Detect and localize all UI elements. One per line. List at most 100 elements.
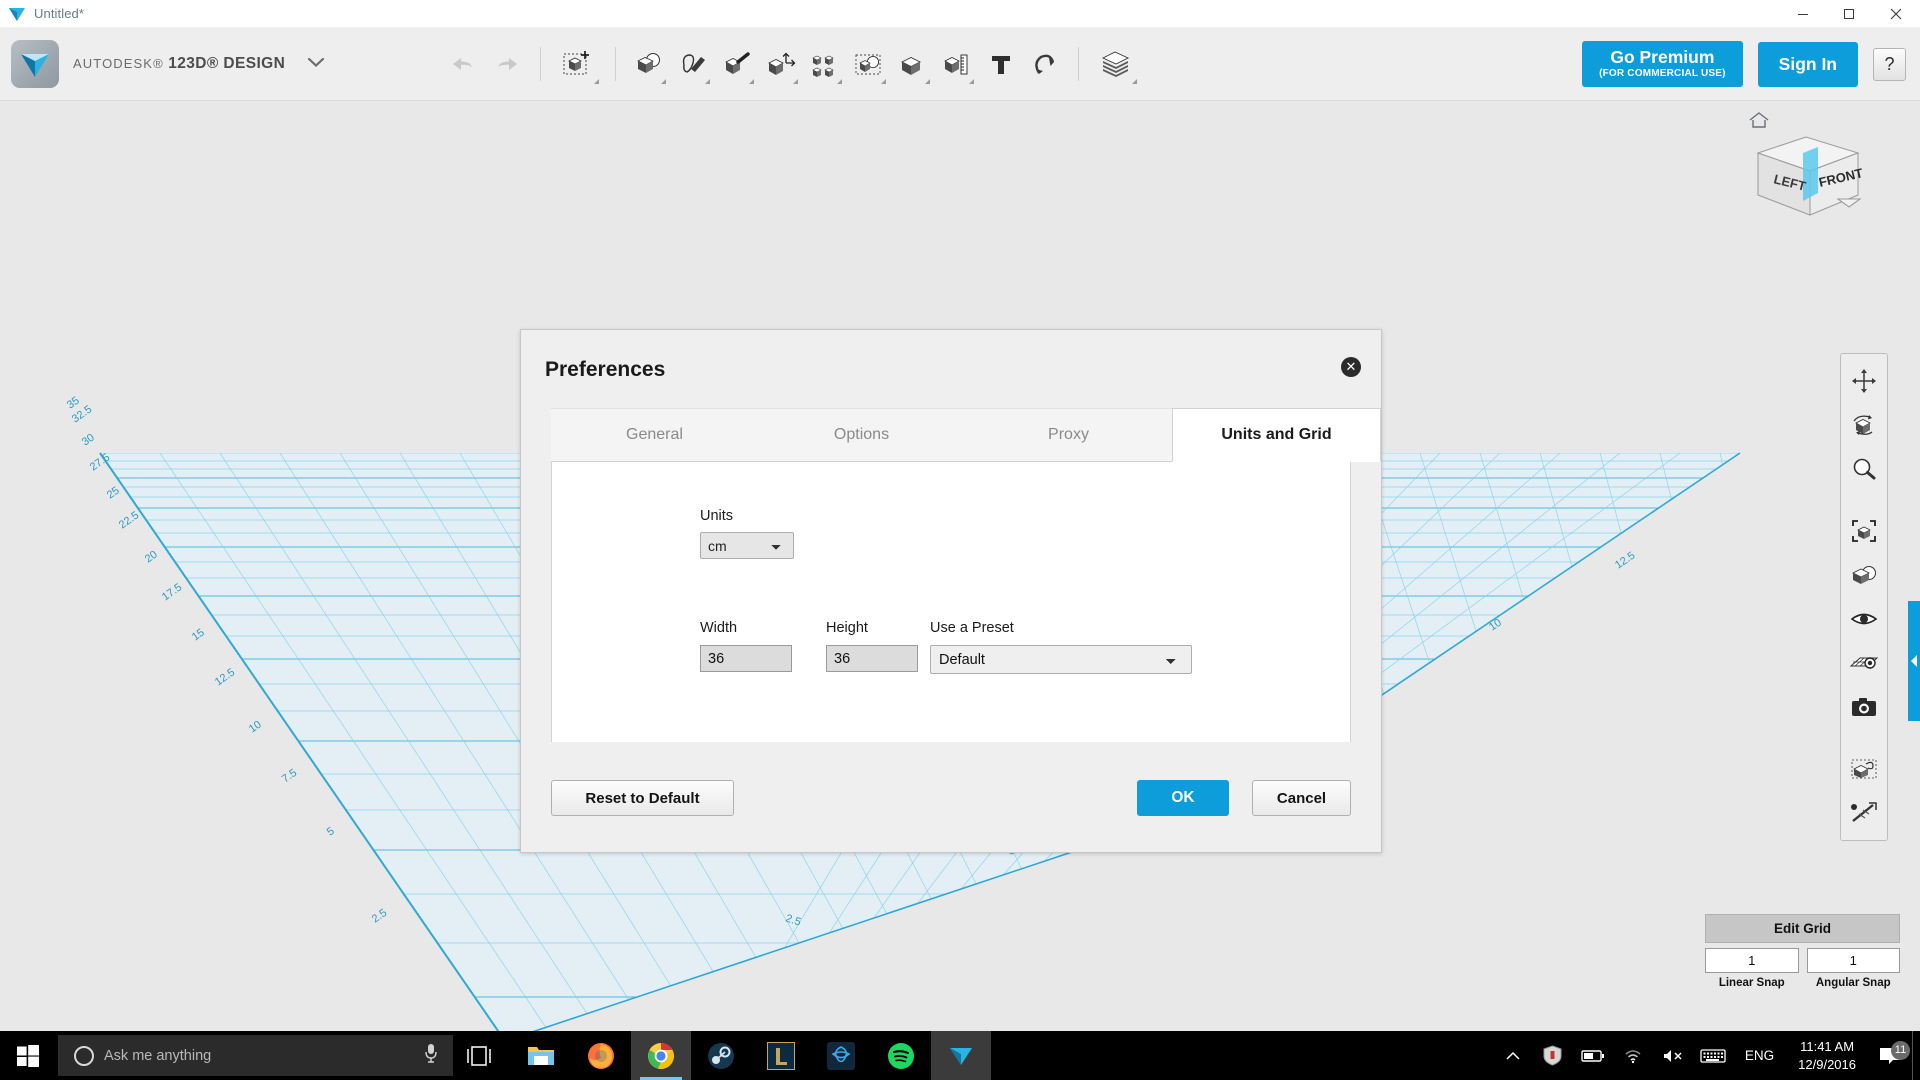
language-indicator[interactable]: ENG: [1733, 1048, 1786, 1063]
3d-print-icon[interactable]: [1841, 747, 1887, 791]
windows-start-icon[interactable]: [0, 1031, 56, 1080]
grid-tick-label: 17.5: [160, 581, 184, 603]
flyout-corner-marker: [881, 79, 887, 84]
dialog-body: Units cm Width Height Use a Pr: [551, 462, 1351, 742]
clock-time: 11:41 AM: [1800, 1038, 1855, 1054]
show-desktop-button[interactable]: [1912, 1031, 1920, 1080]
tab-proxy[interactable]: Proxy: [965, 408, 1172, 462]
linear-snap-input[interactable]: [1705, 948, 1799, 973]
windows-taskbar: Ask me anything ENG 11:41 AM 12/9/2016 1…: [0, 1031, 1920, 1080]
combine-cube-icon[interactable]: [891, 38, 935, 90]
width-label: Width: [700, 620, 738, 636]
reset-to-default-button[interactable]: Reset to Default: [551, 780, 734, 816]
eye-icon[interactable]: [1841, 597, 1887, 641]
sketch-pen-icon[interactable]: [671, 38, 715, 90]
cancel-button[interactable]: Cancel: [1252, 780, 1351, 816]
taskbar-app-firefox[interactable]: [571, 1031, 631, 1080]
material-stack-icon[interactable]: [1090, 38, 1142, 90]
taskbar-app-file-explorer[interactable]: [511, 1031, 571, 1080]
camera-icon[interactable]: [1841, 685, 1887, 729]
smart-scale-icon[interactable]: [1841, 791, 1887, 835]
close-icon[interactable]: [1872, 0, 1920, 28]
magnifier-icon[interactable]: [1841, 447, 1887, 491]
ok-button[interactable]: OK: [1137, 780, 1229, 816]
tab-units-and-grid[interactable]: Units and Grid: [1172, 408, 1381, 462]
toolbar-divider: [540, 47, 542, 81]
measure-ruler-icon[interactable]: [935, 38, 979, 90]
orbit-cube-icon[interactable]: [1841, 403, 1887, 447]
search-input[interactable]: Ask me anything: [58, 1035, 453, 1076]
3d-viewport[interactable]: 35 32.5 30 27.5 25 22.5 20 17.5 15 12.5 …: [0, 101, 1920, 1031]
transform-cube-icon[interactable]: [552, 38, 604, 90]
edit-grid-title[interactable]: Edit Grid: [1705, 914, 1900, 943]
123d-design-logo-icon: [6, 3, 28, 25]
keyboard-icon[interactable]: [1693, 1048, 1733, 1064]
taskbar-app-blizzard[interactable]: [811, 1031, 871, 1080]
undo-arrow-icon[interactable]: [441, 38, 485, 90]
autodesk-123d-logo-icon: [11, 40, 59, 88]
taskbar-app-league-of-legends[interactable]: [751, 1031, 811, 1080]
volume-muted-icon[interactable]: [1653, 1048, 1693, 1064]
grid-size-fields: Width Height Use a Preset Default: [700, 620, 1192, 674]
redo-arrow-icon[interactable]: [485, 38, 529, 90]
text-t-icon[interactable]: [979, 38, 1023, 90]
primitives-cube-icon[interactable]: [627, 38, 671, 90]
height-input[interactable]: [826, 645, 918, 672]
chevron-up-icon[interactable]: [1493, 1050, 1533, 1062]
go-premium-button[interactable]: Go Premium (FOR COMMERCIAL USE): [1582, 40, 1743, 88]
flyout-corner-marker: [749, 79, 755, 84]
taskbar-app-spotify[interactable]: [871, 1031, 931, 1080]
view-cube-graphic[interactable]: LEFT FRONT: [1740, 125, 1870, 235]
close-circle-icon[interactable]: ✕: [1341, 357, 1361, 377]
maximize-icon[interactable]: [1826, 0, 1872, 28]
view-cube[interactable]: LEFT FRONT: [1738, 111, 1868, 231]
security-shield-icon[interactable]: [1533, 1045, 1573, 1066]
task-view-icon[interactable]: [453, 1045, 505, 1066]
tab-general[interactable]: General: [551, 408, 758, 462]
sign-in-button[interactable]: Sign In: [1757, 41, 1858, 87]
left-arrow-icon: [1911, 655, 1917, 667]
preset-select[interactable]: Default: [930, 645, 1192, 674]
microphone-icon[interactable]: [423, 1043, 439, 1068]
panel-flyout-handle[interactable]: [1908, 601, 1920, 721]
grid-tick-label: 12.5: [213, 666, 237, 688]
go-premium-subtitle: (FOR COMMERCIAL USE): [1599, 68, 1726, 80]
brand-block[interactable]: AUTODESK® 123D® DESIGN: [11, 40, 325, 88]
grouping-cubes-icon[interactable]: [847, 38, 891, 90]
action-center-icon[interactable]: 11: [1868, 1040, 1912, 1066]
angular-snap-input[interactable]: [1806, 948, 1900, 973]
pan-arrows-icon[interactable]: [1841, 359, 1887, 403]
navigation-tool-palette: [1840, 353, 1888, 841]
fit-to-view-icon[interactable]: [1841, 509, 1887, 553]
width-input[interactable]: [700, 645, 792, 672]
minimize-icon[interactable]: [1780, 0, 1826, 28]
taskbar-app-chrome[interactable]: [631, 1031, 691, 1080]
chevron-down-icon[interactable]: [307, 55, 325, 73]
pattern-cubes-icon[interactable]: [803, 38, 847, 90]
help-button[interactable]: ?: [1873, 47, 1906, 81]
brand-text: AUTODESK® 123D® DESIGN: [73, 55, 285, 73]
grid-snap-icon[interactable]: [1841, 641, 1887, 685]
construct-extrude-icon[interactable]: [715, 38, 759, 90]
flyout-corner-marker: [925, 79, 931, 84]
window-title-bar: Untitled*: [0, 0, 1920, 28]
dialog-tab-bar: General Options Proxy Units and Grid: [521, 408, 1381, 462]
visual-style-cube-icon[interactable]: [1841, 553, 1887, 597]
wifi-icon[interactable]: [1613, 1048, 1653, 1064]
flyout-corner-marker: [969, 79, 975, 84]
taskbar-app-steam[interactable]: [691, 1031, 751, 1080]
height-field: Height: [826, 620, 930, 672]
account-actions: Go Premium (FOR COMMERCIAL USE) Sign In …: [1582, 40, 1906, 88]
units-select[interactable]: cm: [700, 532, 794, 559]
angular-snap-label: Angular Snap: [1815, 977, 1891, 989]
taskbar-app-123d-design[interactable]: [931, 1031, 991, 1080]
toolbar-divider: [1078, 47, 1080, 81]
chevron-down-icon[interactable]: [1836, 195, 1862, 214]
modify-cube-icon[interactable]: [759, 38, 803, 90]
transform-tool-group: [552, 38, 604, 90]
battery-icon[interactable]: [1573, 1049, 1613, 1063]
snap-magnet-icon[interactable]: [1023, 38, 1067, 90]
clock[interactable]: 11:41 AM 12/9/2016: [1786, 1038, 1868, 1073]
go-premium-title: Go Premium: [1610, 46, 1715, 67]
tab-options[interactable]: Options: [758, 408, 965, 462]
